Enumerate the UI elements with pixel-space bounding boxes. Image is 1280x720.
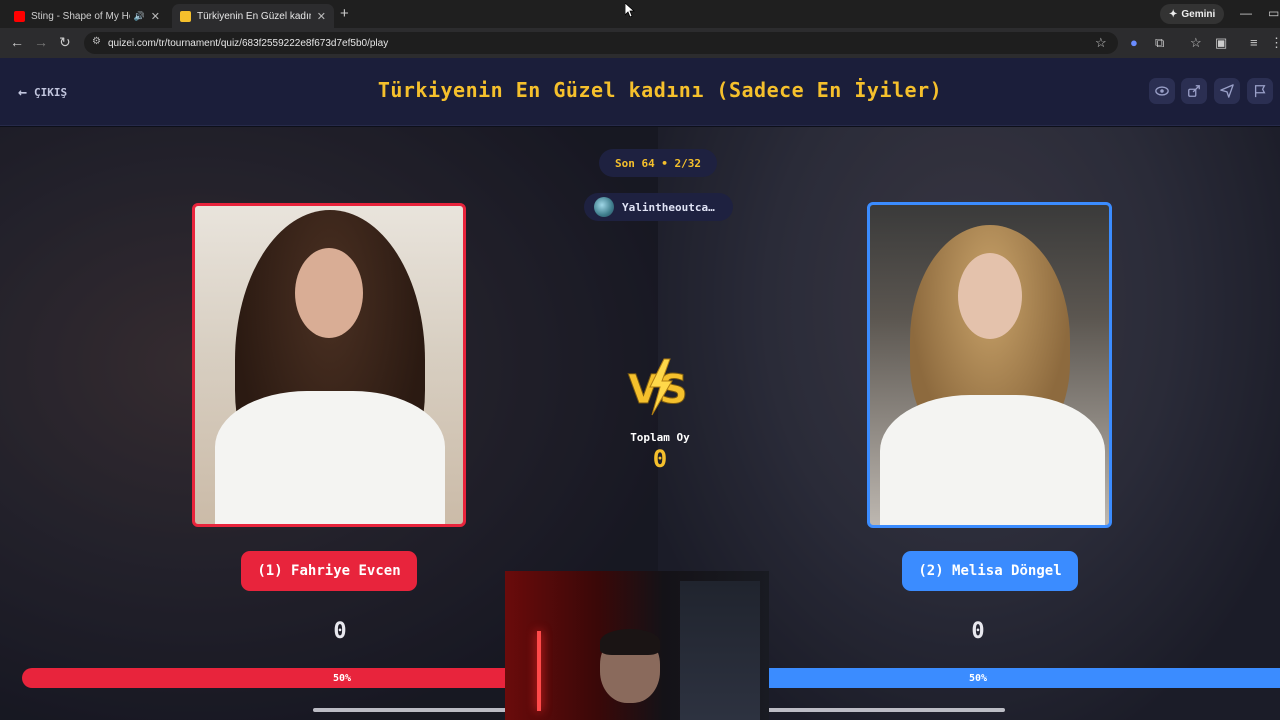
bookmarks-icon[interactable]: ☆ [1190, 35, 1202, 51]
reload-icon[interactable]: ↻ [59, 34, 71, 51]
total-votes-value: 0 [652, 445, 668, 473]
creator-name: Yalintheoutca… [622, 200, 715, 214]
photo-shirt [215, 391, 445, 524]
flag-icon [1254, 85, 1266, 98]
extension-icon[interactable]: ● [1130, 35, 1138, 50]
close-tab-icon[interactable]: ✕ [317, 10, 326, 23]
creator-avatar [594, 197, 614, 217]
photo-face [958, 253, 1022, 339]
webcam-red-light [537, 631, 541, 711]
gemini-label: Gemini [1181, 8, 1216, 20]
vs-lightning-icon: VS [628, 358, 688, 416]
contestant-1-photo[interactable] [192, 203, 466, 527]
tab-search-icon[interactable]: ▣ [1215, 35, 1227, 51]
webcam-window-background [680, 581, 760, 720]
contestant-2-photo[interactable] [867, 202, 1112, 528]
minimize-icon[interactable]: — [1240, 6, 1252, 20]
new-tab-button[interactable]: + [340, 5, 349, 22]
quiz-header: ← ÇIKIŞ Türkiyenin En Güzel kadını (Sade… [0, 58, 1280, 126]
quiz-title: Türkiyenin En Güzel kadını (Sadece En İy… [377, 78, 943, 102]
total-votes-label: Toplam Oy [630, 431, 690, 444]
back-arrow-icon[interactable]: ← [10, 34, 24, 50]
contestant-2-percent-label: 50% [968, 672, 988, 684]
match-stage: Son 64 • 2/32 Yalintheoutca… VS Toplam O… [0, 127, 1280, 720]
site-settings-icon[interactable]: ⚙ [92, 36, 101, 47]
tab-title: Türkiyenin En Güzel kadını (Sad [197, 10, 311, 22]
creator-badge[interactable]: Yalintheoutca… [584, 193, 733, 221]
vote-button-contestant-2[interactable]: (2) Melisa Döngel [902, 551, 1078, 591]
puzzle-icon[interactable]: ⧉ [1155, 35, 1164, 51]
bookmark-star-icon[interactable]: ☆ [1095, 35, 1107, 51]
maximize-icon[interactable]: ▭ [1268, 6, 1279, 20]
eye-button[interactable] [1149, 78, 1175, 104]
eye-icon [1155, 86, 1169, 96]
url-text: quizei.com/tr/tournament/quiz/683f255922… [108, 37, 389, 49]
media-icon[interactable]: ≡ [1250, 35, 1258, 50]
browser-tab-quiz[interactable]: Türkiyenin En Güzel kadını (Sad ✕ [172, 4, 334, 28]
gemini-button[interactable]: ✦ Gemini [1160, 4, 1225, 24]
close-tab-icon[interactable]: ✕ [151, 10, 160, 23]
menu-icon[interactable]: ⋮ [1270, 35, 1280, 51]
photo-face [295, 248, 363, 338]
report-flag-button[interactable] [1247, 78, 1273, 104]
share-button[interactable] [1181, 78, 1207, 104]
browser-toolbar: ← → ↻ ⚙ quizei.com/tr/tournament/quiz/68… [0, 28, 1280, 58]
browser-tab-youtube[interactable]: Sting - Shape of My Heart ( 🔊 ✕ [6, 4, 168, 28]
contestant-1-votes: 0 [333, 619, 347, 644]
forward-arrow-icon[interactable]: → [34, 34, 48, 50]
address-bar[interactable]: ⚙ quizei.com/tr/tournament/quiz/683f2559… [84, 32, 1118, 54]
speaker-icon[interactable]: 🔊 [134, 11, 145, 22]
sparkle-icon: ✦ [1169, 8, 1178, 20]
contestant-1-percent-label: 50% [332, 672, 352, 684]
send-icon [1220, 84, 1234, 98]
youtube-icon [14, 10, 25, 22]
webcam-overlay [505, 571, 769, 720]
photo-shirt [880, 395, 1105, 525]
tab-title: Sting - Shape of My Heart ( [31, 10, 130, 22]
browser-tab-bar: Sting - Shape of My Heart ( 🔊 ✕ Türkiyen… [0, 0, 1280, 28]
vote-button-contestant-1[interactable]: (1) Fahriye Evcen [241, 551, 417, 591]
webcam-person-hair [600, 629, 660, 655]
contestant-2-votes: 0 [971, 619, 985, 644]
share-icon [1188, 85, 1200, 97]
round-badge: Son 64 • 2/32 [599, 149, 717, 177]
send-button[interactable] [1214, 78, 1240, 104]
quizei-favicon-icon [180, 10, 191, 22]
mouse-cursor-icon [625, 3, 635, 17]
